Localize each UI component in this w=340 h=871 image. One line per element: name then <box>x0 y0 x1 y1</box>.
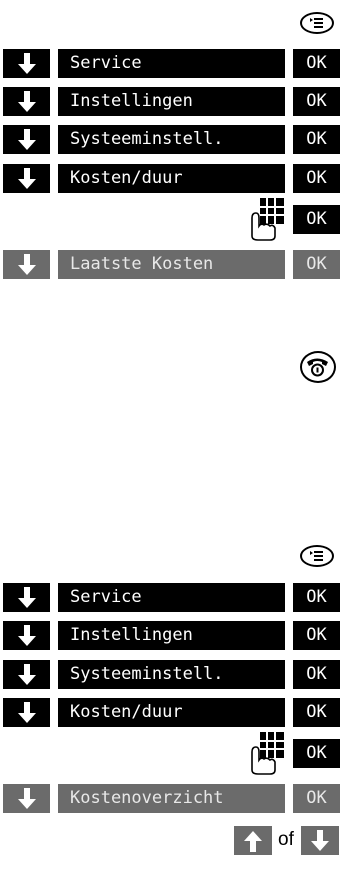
menu-item-label[interactable]: Kosten/duur <box>58 698 285 727</box>
ok-button[interactable]: OK <box>293 784 340 813</box>
ok-button[interactable]: OK <box>293 660 340 689</box>
ok-button[interactable]: OK <box>293 164 340 193</box>
keypad-icon[interactable] <box>246 196 286 242</box>
menu-row-service[interactable]: Service OK <box>0 583 340 612</box>
menu-row-kosten-duur[interactable]: Kosten/duur OK <box>0 698 340 727</box>
arrow-down-icon[interactable] <box>3 583 50 612</box>
keypad-icon[interactable] <box>246 730 286 776</box>
arrow-down-icon[interactable] <box>3 660 50 689</box>
menu-row-kosten-duur[interactable]: Kosten/duur OK <box>0 164 340 193</box>
nav-connector-text: of <box>278 829 294 850</box>
menu-item-label[interactable]: Systeeminstell. <box>58 660 285 689</box>
arrow-down-icon[interactable] <box>3 87 50 116</box>
menu-key-icon[interactable] <box>300 545 334 567</box>
arrow-down-icon[interactable] <box>3 49 50 78</box>
arrow-down-icon[interactable] <box>301 826 339 855</box>
ok-button[interactable]: OK <box>293 125 340 154</box>
menu-row-instellingen[interactable]: Instellingen OK <box>0 621 340 650</box>
menu-item-label[interactable]: Instellingen <box>58 87 285 116</box>
menu-item-label[interactable]: Kosten/duur <box>58 164 285 193</box>
menu-row-kostenoverzicht[interactable]: Kostenoverzicht OK <box>0 784 340 813</box>
arrow-down-icon[interactable] <box>3 698 50 727</box>
ok-button[interactable]: OK <box>293 87 340 116</box>
ok-button[interactable]: OK <box>293 621 340 650</box>
menu-key-icon[interactable] <box>300 12 334 34</box>
ok-button[interactable]: OK <box>293 698 340 727</box>
arrow-down-icon[interactable] <box>3 621 50 650</box>
menu-row-systeeminstell[interactable]: Systeeminstell. OK <box>0 660 340 689</box>
menu-row-instellingen[interactable]: Instellingen OK <box>0 87 340 116</box>
keypad-ok-button[interactable]: OK <box>293 739 340 768</box>
arrow-down-icon[interactable] <box>3 784 50 813</box>
ok-button[interactable]: OK <box>293 583 340 612</box>
arrow-down-icon[interactable] <box>3 125 50 154</box>
menu-item-label[interactable]: Systeeminstell. <box>58 125 285 154</box>
arrow-down-icon[interactable] <box>3 250 50 279</box>
keypad-ok-button[interactable]: OK <box>293 205 340 234</box>
menu-item-label[interactable]: Kostenoverzicht <box>58 784 285 813</box>
ok-button[interactable]: OK <box>293 49 340 78</box>
arrow-down-icon[interactable] <box>3 164 50 193</box>
ok-button[interactable]: OK <box>293 250 340 279</box>
arrow-up-icon[interactable] <box>234 826 272 855</box>
menu-row-service[interactable]: Service OK <box>0 49 340 78</box>
menu-item-label[interactable]: Service <box>58 49 285 78</box>
menu-row-laatste-kosten[interactable]: Laatste Kosten OK <box>0 250 340 279</box>
hang-up-key-icon[interactable] <box>300 351 336 383</box>
menu-item-label[interactable]: Laatste Kosten <box>58 250 285 279</box>
menu-row-systeeminstell[interactable]: Systeeminstell. OK <box>0 125 340 154</box>
menu-item-label[interactable]: Instellingen <box>58 621 285 650</box>
menu-item-label[interactable]: Service <box>58 583 285 612</box>
